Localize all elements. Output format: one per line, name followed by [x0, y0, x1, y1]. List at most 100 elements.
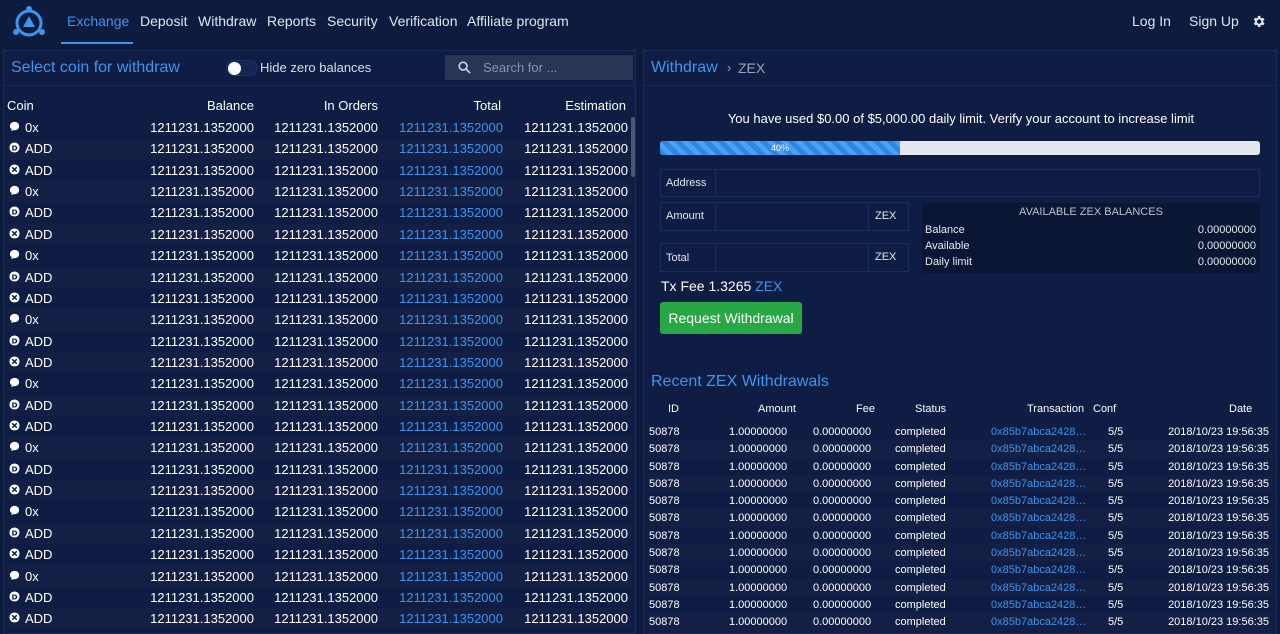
nav-affiliate[interactable]: Affiliate program: [467, 13, 569, 29]
nav-withdraw[interactable]: Withdraw: [198, 13, 256, 29]
logo-icon[interactable]: [11, 5, 47, 39]
withdrawal-transaction-link[interactable]: 0x85b7abca2428bd5f3c: [991, 547, 1089, 559]
coin-total[interactable]: 1211231.1352000: [399, 590, 503, 605]
col-in-orders[interactable]: In Orders: [324, 98, 378, 113]
nav-verification[interactable]: Verification: [389, 13, 457, 29]
coin-row[interactable]: 0x 1211231.1352000 1211231.1352000 1211231.…: [4, 437, 631, 459]
withdrawal-transaction-link[interactable]: 0x85b7abca2428bd5f3c: [991, 616, 1089, 628]
withdrawal-transaction-link[interactable]: 0x85b7abca2428bd5f3c: [991, 461, 1089, 473]
col-date: Date: [1229, 403, 1253, 415]
withdrawal-fee: 0.00000000: [813, 529, 872, 542]
coin-total[interactable]: 1211231.1352000: [399, 227, 503, 242]
coin-balance: 1211231.1352000: [150, 141, 254, 157]
coin-total[interactable]: 1211231.1352000: [399, 462, 503, 477]
withdrawal-transaction-link[interactable]: 0x85b7abca2428bd5f3c: [991, 599, 1089, 611]
withdrawal-amount: 1.00000000: [729, 443, 788, 456]
coin-row[interactable]: ADD 1211231.1352000 1211231.1352000 1211231…: [4, 480, 631, 502]
coin-total[interactable]: 1211231.1352000: [399, 526, 503, 541]
coin-total[interactable]: 1211231.1352000: [399, 120, 503, 135]
withdrawal-transaction-link[interactable]: 0x85b7abca2428bd5f3c: [991, 443, 1089, 455]
coin-total[interactable]: 1211231.1352000: [399, 504, 503, 519]
coin-total[interactable]: 1211231.1352000: [399, 355, 503, 370]
withdrawal-transaction-link[interactable]: 0x85b7abca2428bd5f3c: [991, 530, 1089, 542]
withdrawal-amount: 1.00000000: [729, 616, 788, 629]
coin-row[interactable]: D ADD 1211231.1352000 1211231.1352000 121123…: [4, 202, 631, 223]
withdrawal-transaction-link[interactable]: 0x85b7abca2428bd5f3c: [991, 582, 1089, 594]
withdrawal-transaction-link[interactable]: 0x85b7abca2428bd5f3c: [991, 426, 1089, 438]
coin-total[interactable]: 1211231.1352000: [399, 205, 503, 220]
nav-security[interactable]: Security: [327, 13, 378, 29]
col-total[interactable]: Total: [474, 98, 501, 113]
coin-total[interactable]: 1211231.1352000: [399, 334, 503, 349]
scrollbar-thumb[interactable]: [631, 117, 635, 177]
withdrawal-transaction-link[interactable]: 0x85b7abca2428bd5f3c: [991, 512, 1089, 524]
signup-link[interactable]: Sign Up: [1189, 13, 1239, 29]
col-coin[interactable]: Coin: [7, 98, 34, 113]
coin-total[interactable]: 1211231.1352000: [399, 163, 503, 178]
col-estimation[interactable]: Estimation: [565, 98, 626, 113]
breadcrumb-withdraw[interactable]: Withdraw: [651, 59, 718, 77]
coin-row[interactable]: D ADD 1211231.1352000 1211231.1352000 121123…: [4, 266, 631, 288]
withdrawal-date: 2018/10/23 19:56:35: [1168, 616, 1269, 629]
coin-row[interactable]: 0x 1211231.1352000 1211231.1352000 1211231.…: [4, 245, 631, 266]
coin-estimation: 1211231.1352000: [524, 333, 628, 349]
col-balance[interactable]: Balance: [207, 98, 254, 113]
coin-row[interactable]: 0x 1211231.1352000 1211231.1352000 1211231.…: [4, 309, 631, 331]
withdrawal-transaction-link[interactable]: 0x85b7abca2428bd5f3c: [991, 478, 1089, 490]
withdrawal-status: completed: [895, 581, 946, 594]
withdrawal-transaction-link[interactable]: 0x85b7abca2428bd5f3c: [991, 495, 1089, 507]
coin-row[interactable]: D ADD 1211231.1352000 1211231.1352000 121123…: [4, 459, 631, 480]
coin-total[interactable]: 1211231.1352000: [399, 376, 503, 391]
coin-total[interactable]: 1211231.1352000: [399, 547, 503, 562]
address-input[interactable]: [721, 173, 1251, 193]
coin-row[interactable]: D ADD 1211231.1352000 1211231.1352000 121123…: [4, 331, 631, 352]
coin-row[interactable]: ADD 1211231.1352000 1211231.1352000 1211231…: [4, 544, 631, 565]
total-input[interactable]: [721, 248, 861, 268]
d-coin-icon: D: [9, 526, 20, 538]
withdrawal-amount: 1.00000000: [729, 529, 788, 542]
login-link[interactable]: Log In: [1132, 13, 1171, 29]
gear-icon[interactable]: [1251, 14, 1266, 29]
col-transaction: Transaction: [1027, 403, 1085, 415]
coin-row[interactable]: ADD 1211231.1352000 1211231.1352000 1211231…: [4, 288, 631, 309]
coin-row[interactable]: 0x 1211231.1352000 1211231.1352000 1211231.…: [4, 373, 631, 394]
coin-total[interactable]: 1211231.1352000: [399, 248, 503, 263]
coin-total[interactable]: 1211231.1352000: [399, 419, 503, 434]
coin-name: ADD: [25, 141, 53, 157]
amount-input[interactable]: [721, 207, 861, 227]
coin-total[interactable]: 1211231.1352000: [399, 483, 503, 498]
coin-total[interactable]: 1211231.1352000: [399, 270, 503, 285]
coin-row[interactable]: ADD 1211231.1352000 1211231.1352000 1211231…: [4, 416, 631, 437]
coin-row[interactable]: D ADD 1211231.1352000 1211231.1352000 121123…: [4, 587, 631, 608]
coin-row[interactable]: ADD 1211231.1352000 1211231.1352000 1211231…: [4, 351, 631, 374]
coin-total[interactable]: 1211231.1352000: [399, 569, 503, 584]
coin-row[interactable]: D ADD 1211231.1352000 1211231.1352000 121123…: [4, 394, 631, 417]
search-input[interactable]: [483, 55, 623, 80]
coin-total[interactable]: 1211231.1352000: [399, 141, 503, 156]
coin-total[interactable]: 1211231.1352000: [399, 440, 503, 455]
coin-total[interactable]: 1211231.1352000: [399, 611, 503, 626]
coin-row[interactable]: 0x 1211231.1352000 1211231.1352000 1211231.…: [4, 181, 631, 203]
coin-row[interactable]: ADD 1211231.1352000 1211231.1352000 1211231…: [4, 223, 631, 246]
nav-deposit[interactable]: Deposit: [140, 13, 187, 29]
coin-row[interactable]: 0x 1211231.1352000 1211231.1352000 1211231.…: [4, 565, 631, 587]
coin-total[interactable]: 1211231.1352000: [399, 312, 503, 327]
hide-zero-toggle[interactable]: [226, 60, 258, 76]
coin-total[interactable]: 1211231.1352000: [399, 291, 503, 306]
nav-exchange[interactable]: Exchange: [67, 13, 129, 29]
coin-row[interactable]: 0x 1211231.1352000 1211231.1352000 1211231.…: [4, 117, 631, 138]
coin-total[interactable]: 1211231.1352000: [399, 184, 503, 199]
nav-reports[interactable]: Reports: [267, 13, 316, 29]
coin-row[interactable]: ADD 1211231.1352000 1211231.1352000 1211231…: [4, 608, 631, 630]
coin-total[interactable]: 1211231.1352000: [399, 398, 503, 413]
coin-row[interactable]: 0x 1211231.1352000 1211231.1352000 1211231.…: [4, 501, 631, 522]
coin-in-orders: 1211231.1352000: [274, 269, 378, 285]
coin-row[interactable]: D ADD 1211231.1352000 1211231.1352000 121123…: [4, 522, 631, 545]
withdrawal-transaction-link[interactable]: 0x85b7abca2428bd5f3c: [991, 564, 1089, 576]
coin-estimation: 1211231.1352000: [524, 504, 628, 520]
withdrawal-status: completed: [895, 564, 946, 577]
coin-row[interactable]: D ADD 1211231.1352000 1211231.1352000 121123…: [4, 138, 631, 160]
coin-row[interactable]: ADD 1211231.1352000 1211231.1352000 1211231…: [4, 160, 631, 181]
coin-name: ADD: [25, 397, 53, 413]
request-withdrawal-button[interactable]: Request Withdrawal: [660, 302, 802, 334]
